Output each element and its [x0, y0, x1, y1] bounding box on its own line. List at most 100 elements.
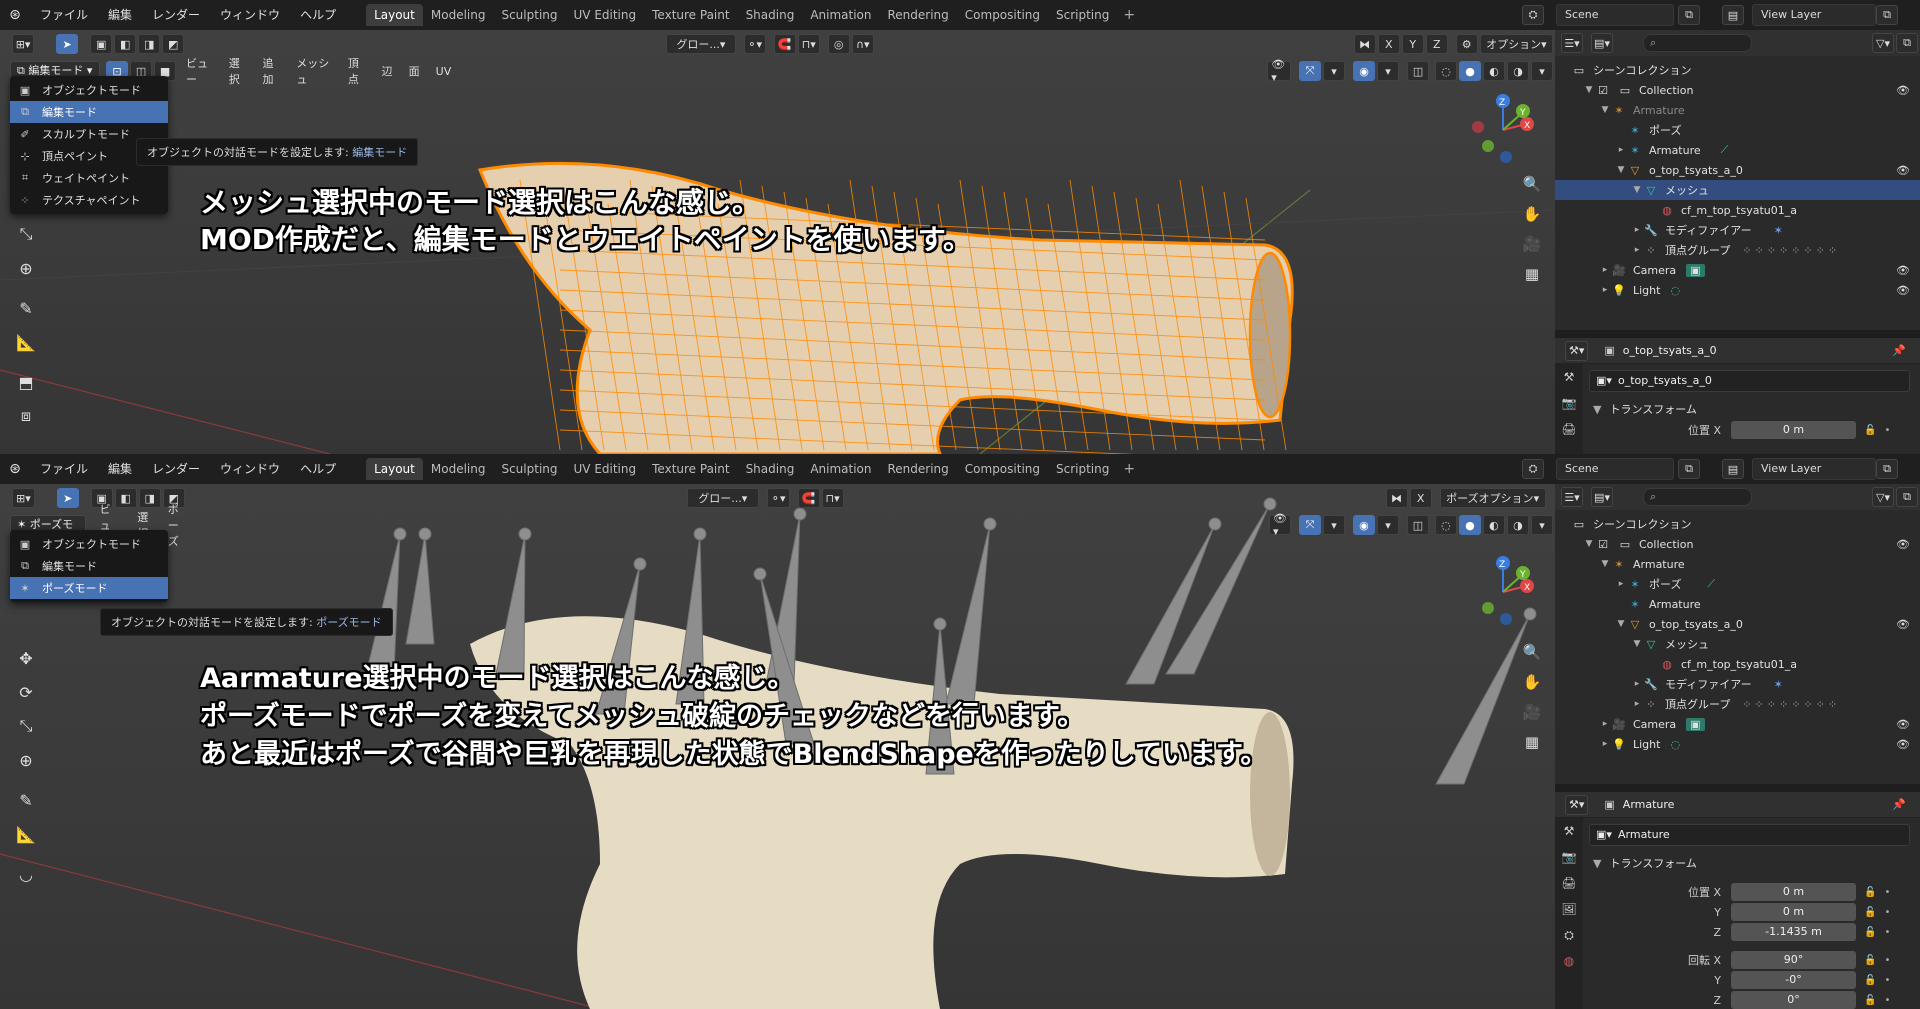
axis-z-toggle[interactable]: Z: [1425, 34, 1448, 54]
overlay-toggle-icon[interactable]: ◉: [1353, 61, 1376, 81]
mode-option-pose[interactable]: ✶ ポーズモード: [10, 577, 168, 599]
location-x-field[interactable]: 0 m: [1731, 883, 1856, 901]
properties-editor-icon[interactable]: ⚒▾: [1565, 794, 1589, 815]
rotate-tool-icon[interactable]: ⟳: [12, 678, 40, 706]
menu-face[interactable]: 面: [401, 63, 428, 79]
outliner-row-mesh-object[interactable]: ▼ ▽ o_top_tsyats_a_0 👁: [1555, 614, 1920, 634]
transform-tool-icon[interactable]: ⊕: [12, 746, 40, 774]
zoom-icon[interactable]: 🔍: [1520, 640, 1544, 664]
menu-uv[interactable]: UV: [428, 65, 460, 78]
camera-view-icon[interactable]: 🎥: [1520, 232, 1544, 256]
select-tool-icon[interactable]: ➤: [56, 34, 79, 54]
scene-icon[interactable]: ⛭: [1522, 5, 1544, 25]
bottom-nav-gizmo[interactable]: Z X Y: [1468, 554, 1538, 634]
options-icon[interactable]: ⚙: [1455, 34, 1478, 54]
display-mode-icon[interactable]: ▤▾: [1591, 33, 1613, 53]
gizmo-dropdown-icon[interactable]: ▾: [1323, 61, 1346, 81]
mirror-icon[interactable]: ⧓: [1353, 34, 1376, 54]
lock-icon[interactable]: 🔓: [1864, 887, 1876, 898]
mode-option-weight-paint[interactable]: ⌗ ウェイトペイント: [10, 167, 168, 189]
ortho-grid-icon[interactable]: ▦: [1520, 262, 1544, 286]
scale-tool-icon[interactable]: ⤡: [12, 220, 40, 248]
eye-icon[interactable]: 👁: [1896, 718, 1910, 731]
menu-mesh[interactable]: メッシュ: [288, 55, 340, 87]
outliner-row-light[interactable]: ▸ 💡 Light ◌ 👁: [1555, 734, 1920, 754]
outliner-row-armature[interactable]: ▼ ✶ Armature: [1555, 100, 1920, 120]
material-shading-icon[interactable]: ◐: [1482, 515, 1505, 535]
tab-texture-paint[interactable]: Texture Paint: [644, 4, 737, 26]
outliner-row-armature-data[interactable]: ✶ Armature: [1555, 594, 1920, 614]
outliner-row-armature-data[interactable]: ▸ ✶ Armature ⟋: [1555, 140, 1920, 160]
new-view-layer-icon[interactable]: ⧉: [1876, 5, 1898, 25]
checkbox-icon[interactable]: ☑: [1595, 537, 1611, 551]
keyframe-dot-icon[interactable]: •: [1884, 425, 1890, 436]
tab-shading[interactable]: Shading: [738, 458, 803, 480]
visibility-icon[interactable]: 👁▾: [1268, 512, 1291, 538]
new-scene-icon[interactable]: ⧉: [1678, 5, 1700, 25]
pose-tool-icon[interactable]: ◡: [12, 860, 40, 888]
menu-add[interactable]: 追加: [255, 55, 289, 87]
editor-type-icon[interactable]: ⊞▾: [12, 34, 35, 54]
blender-logo-icon[interactable]: ⊛: [0, 454, 30, 484]
overlay-dropdown-icon[interactable]: ▾: [1376, 515, 1399, 535]
snap-target-icon[interactable]: ⊓▾: [821, 488, 844, 508]
scene-tab-icon[interactable]: ⛭: [1557, 922, 1581, 948]
tab-scripting[interactable]: Scripting: [1048, 4, 1117, 26]
snap-icon[interactable]: 🧲: [773, 34, 796, 54]
select-mode-subtract-icon[interactable]: ◨: [138, 488, 161, 508]
filter-icon[interactable]: ▽▾: [1872, 487, 1894, 507]
rotation-y-field[interactable]: -0°: [1731, 971, 1856, 989]
lock-icon[interactable]: 🔓: [1864, 955, 1876, 966]
ortho-grid-icon[interactable]: ▦: [1520, 730, 1544, 754]
outliner-row-material[interactable]: ◍ cf_m_top_tsyatu01_a: [1555, 654, 1920, 674]
location-x-field[interactable]: 0 m: [1731, 421, 1856, 439]
outliner-row-camera[interactable]: ▸ 🎥 Camera ▣ 👁: [1555, 260, 1920, 280]
menu-render[interactable]: レンダー: [142, 0, 210, 30]
inset-tool-icon[interactable]: ⧈: [12, 402, 40, 430]
keyframe-dot-icon[interactable]: •: [1884, 955, 1890, 966]
mode-option-edit[interactable]: ⧉ 編集モード: [10, 101, 168, 123]
outliner-row-pose[interactable]: ✶ ポーズ: [1555, 120, 1920, 140]
tab-rendering[interactable]: Rendering: [880, 4, 957, 26]
annotate-tool-icon[interactable]: ✎: [12, 786, 40, 814]
tab-sculpting[interactable]: Sculpting: [493, 4, 565, 26]
tab-uv-editing[interactable]: UV Editing: [566, 4, 645, 26]
outliner-row-mesh-object[interactable]: ▼ ▽ o_top_tsyats_a_0 👁: [1555, 160, 1920, 180]
shading-dropdown-icon[interactable]: ▾: [1531, 61, 1554, 81]
outliner-row-collection[interactable]: ▼ ☑ ▭ Collection 👁: [1555, 80, 1920, 100]
falloff-icon[interactable]: ∩▾: [851, 34, 874, 54]
lock-icon[interactable]: 🔓: [1864, 907, 1876, 918]
view-layer-selector[interactable]: View Layer: [1752, 458, 1876, 480]
add-workspace-icon[interactable]: +: [1117, 461, 1141, 477]
top-3d-viewport[interactable]: ⊞▾ ➤ ▣ ◧ ◨ ◩ グロー... ▾ ⚬▾ 🧲 ⊓▾ ◎ ∩▾ ⧓ X Y …: [0, 30, 1555, 454]
rendered-shading-icon[interactable]: ◑: [1506, 515, 1529, 535]
keyframe-dot-icon[interactable]: •: [1884, 927, 1890, 938]
outliner-editor-icon[interactable]: ☰▾: [1561, 487, 1583, 507]
extrude-tool-icon[interactable]: ⬒: [12, 368, 40, 396]
menu-edge[interactable]: 辺: [374, 63, 401, 79]
menu-window[interactable]: ウィンドウ: [210, 0, 290, 30]
blender-logo-icon[interactable]: ⊛: [0, 0, 30, 30]
tab-rendering[interactable]: Rendering: [880, 458, 957, 480]
tool-tab-icon[interactable]: ⚒: [1557, 364, 1581, 390]
tab-compositing[interactable]: Compositing: [957, 4, 1048, 26]
view-layer-selector[interactable]: View Layer: [1752, 4, 1876, 26]
add-workspace-icon[interactable]: +: [1117, 7, 1141, 23]
measure-tool-icon[interactable]: 📐: [12, 328, 40, 356]
pivot-icon[interactable]: ⚬▾: [766, 488, 790, 508]
select-mode-extend-icon[interactable]: ◧: [114, 34, 137, 54]
outliner-row-armature[interactable]: ▼ ✶ Armature: [1555, 554, 1920, 574]
outliner-search-input[interactable]: ⌕: [1643, 34, 1752, 52]
display-mode-icon[interactable]: ▤▾: [1591, 487, 1613, 507]
checkbox-icon[interactable]: ☑: [1595, 83, 1611, 97]
eye-icon[interactable]: 👁: [1896, 618, 1910, 631]
annotate-tool-icon[interactable]: ✎: [12, 294, 40, 322]
outliner-root[interactable]: ▭ シーンコレクション: [1555, 514, 1920, 534]
snap-icon[interactable]: 🧲: [797, 488, 820, 508]
pose-options-dropdown[interactable]: ポーズオプション ▾: [1439, 488, 1546, 508]
tab-layout[interactable]: Layout: [366, 4, 423, 26]
world-tab-icon[interactable]: ◍: [1557, 948, 1581, 974]
outliner-row-pose[interactable]: ▸ ✶ ポーズ ⟋: [1555, 574, 1920, 594]
render-tab-icon[interactable]: 📷: [1557, 390, 1581, 416]
eye-icon[interactable]: 👁: [1896, 164, 1910, 177]
